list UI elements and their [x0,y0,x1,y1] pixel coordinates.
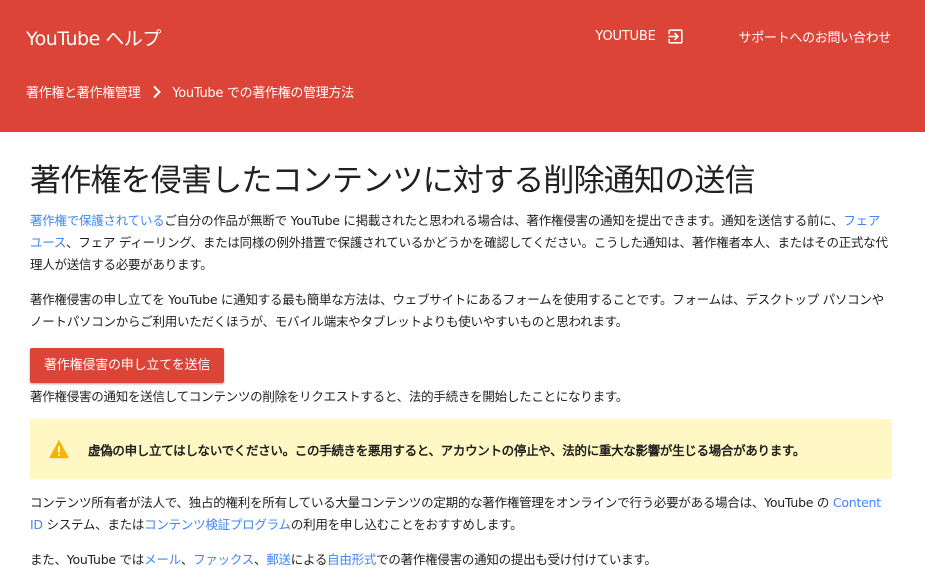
legal-process-paragraph: 著作権侵害の通知を送信してコンテンツの削除をリクエストすると、法的手続きを開始し… [30,389,629,404]
exit-to-app-icon [667,29,683,44]
page-title: 著作権を侵害したコンテンツに対する削除通知の送信 [30,163,756,199]
main-content: 著作権を侵害したコンテンツに対する削除通知の送信 著作権で保護されているご自分の… [30,160,892,571]
youtube-link-label: YOUTUBE [595,29,656,44]
content-id-paragraph: コンテンツ所有者が法人で、独占的権利を所有している大量コンテンツの定期的な著作権… [30,495,881,532]
mail-link[interactable]: 郵送 [266,552,291,567]
app-header: YouTube ヘルプ YOUTUBE サポートへのお問い合わせ 著作権と著作権… [0,0,925,132]
webform-paragraph: 著作権侵害の申し立てを YouTube に通知する最も簡単な方法は、ウェブサイト… [30,292,884,329]
content-verification-program-link[interactable]: コンテンツ検証プログラム [144,517,291,532]
youtube-link[interactable]: YOUTUBE [595,27,684,46]
brand-title[interactable]: YouTube ヘルプ [26,24,161,51]
intro-paragraph: 著作権で保護されているご自分の作品が無断で YouTube に掲載されたと思われ… [30,213,888,272]
top-nav: YOUTUBE サポートへのお問い合わせ [595,27,891,46]
warning-callout: 虚偽の申し立てはしないでください。この手続きを悪用すると、アカウントの停止や、法… [30,419,892,479]
email-link[interactable]: メール [144,552,181,567]
other-methods-paragraph: また、YouTube ではメール、ファックス、郵送による自由形式での著作権侵害の… [30,552,657,567]
breadcrumb-item-manage-copyright[interactable]: YouTube での著作権の管理方法 [172,82,354,101]
submit-complaint-button[interactable]: 著作権侵害の申し立てを送信 [30,348,225,383]
breadcrumb-item-copyright[interactable]: 著作権と著作権管理 [26,82,141,101]
fax-link[interactable]: ファックス [193,552,254,567]
breadcrumb: 著作権と著作権管理 YouTube での著作権の管理方法 [26,82,354,101]
copyright-protected-link[interactable]: 著作権で保護されている [30,213,165,228]
chevron-right-icon [152,85,162,99]
warning-icon [49,439,69,459]
contact-support-link[interactable]: サポートへのお問い合わせ [739,27,892,46]
warning-text: 虚偽の申し立てはしないでください。この手続きを悪用すると、アカウントの停止や、法… [88,442,806,458]
free-form-link[interactable]: 自由形式 [327,552,376,567]
